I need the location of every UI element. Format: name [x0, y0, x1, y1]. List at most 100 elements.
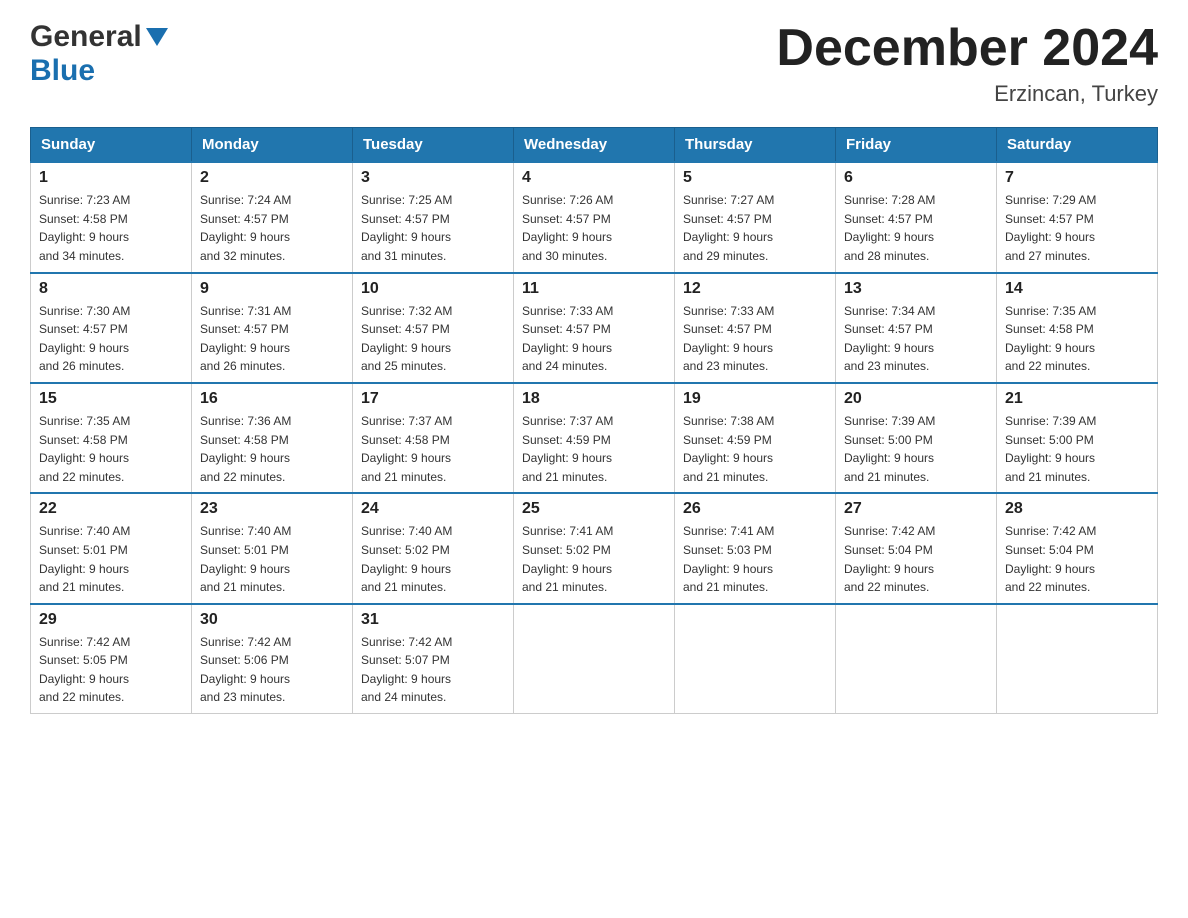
calendar-cell: 20 Sunrise: 7:39 AM Sunset: 5:00 PM Dayl… — [836, 383, 997, 493]
calendar-title-section: December 2024 Erzincan, Turkey — [776, 20, 1158, 107]
calendar-cell: 17 Sunrise: 7:37 AM Sunset: 4:58 PM Dayl… — [353, 383, 514, 493]
daylight-label: Daylight: 9 hours — [522, 562, 612, 576]
day-info: Sunrise: 7:40 AM Sunset: 5:02 PM Dayligh… — [361, 522, 505, 596]
sunrise-label: Sunrise: 7:40 AM — [200, 524, 291, 538]
sunset-label: Sunset: 4:59 PM — [683, 433, 772, 447]
daylight-minutes: and 21 minutes. — [200, 580, 285, 594]
daylight-label: Daylight: 9 hours — [200, 341, 290, 355]
day-info: Sunrise: 7:40 AM Sunset: 5:01 PM Dayligh… — [200, 522, 344, 596]
logo-general-text: General — [30, 20, 142, 54]
day-info: Sunrise: 7:30 AM Sunset: 4:57 PM Dayligh… — [39, 302, 183, 376]
sunrise-label: Sunrise: 7:29 AM — [1005, 193, 1096, 207]
sunrise-label: Sunrise: 7:31 AM — [200, 304, 291, 318]
day-number: 9 — [200, 280, 344, 298]
daylight-minutes: and 22 minutes. — [1005, 580, 1090, 594]
day-number: 30 — [200, 611, 344, 629]
day-number: 24 — [361, 500, 505, 518]
sunset-label: Sunset: 5:07 PM — [361, 653, 450, 667]
day-number: 13 — [844, 280, 988, 298]
sunset-label: Sunset: 4:57 PM — [522, 322, 611, 336]
day-number: 20 — [844, 390, 988, 408]
daylight-label: Daylight: 9 hours — [39, 341, 129, 355]
daylight-minutes: and 21 minutes. — [361, 470, 446, 484]
daylight-minutes: and 27 minutes. — [1005, 249, 1090, 263]
calendar-cell: 7 Sunrise: 7:29 AM Sunset: 4:57 PM Dayli… — [997, 162, 1158, 272]
calendar-table: Sunday Monday Tuesday Wednesday Thursday… — [30, 127, 1158, 714]
sunset-label: Sunset: 4:57 PM — [361, 322, 450, 336]
daylight-label: Daylight: 9 hours — [39, 451, 129, 465]
calendar-week-row: 22 Sunrise: 7:40 AM Sunset: 5:01 PM Dayl… — [31, 493, 1158, 603]
daylight-label: Daylight: 9 hours — [844, 451, 934, 465]
calendar-cell — [836, 604, 997, 714]
sunset-label: Sunset: 4:58 PM — [361, 433, 450, 447]
day-info: Sunrise: 7:33 AM Sunset: 4:57 PM Dayligh… — [683, 302, 827, 376]
calendar-cell: 6 Sunrise: 7:28 AM Sunset: 4:57 PM Dayli… — [836, 162, 997, 272]
daylight-minutes: and 21 minutes. — [361, 580, 446, 594]
calendar-cell: 2 Sunrise: 7:24 AM Sunset: 4:57 PM Dayli… — [192, 162, 353, 272]
sunrise-label: Sunrise: 7:34 AM — [844, 304, 935, 318]
day-info: Sunrise: 7:24 AM Sunset: 4:57 PM Dayligh… — [200, 191, 344, 265]
calendar-cell: 30 Sunrise: 7:42 AM Sunset: 5:06 PM Dayl… — [192, 604, 353, 714]
sunset-label: Sunset: 5:04 PM — [1005, 543, 1094, 557]
daylight-label: Daylight: 9 hours — [39, 672, 129, 686]
daylight-label: Daylight: 9 hours — [1005, 230, 1095, 244]
col-thursday: Thursday — [675, 128, 836, 163]
calendar-cell: 3 Sunrise: 7:25 AM Sunset: 4:57 PM Dayli… — [353, 162, 514, 272]
calendar-cell: 29 Sunrise: 7:42 AM Sunset: 5:05 PM Dayl… — [31, 604, 192, 714]
daylight-minutes: and 25 minutes. — [361, 359, 446, 373]
sunrise-label: Sunrise: 7:39 AM — [844, 414, 935, 428]
day-info: Sunrise: 7:40 AM Sunset: 5:01 PM Dayligh… — [39, 522, 183, 596]
sunrise-label: Sunrise: 7:33 AM — [683, 304, 774, 318]
daylight-minutes: and 23 minutes. — [844, 359, 929, 373]
day-number: 14 — [1005, 280, 1149, 298]
day-number: 10 — [361, 280, 505, 298]
col-sunday: Sunday — [31, 128, 192, 163]
daylight-minutes: and 23 minutes. — [683, 359, 768, 373]
daylight-minutes: and 26 minutes. — [200, 359, 285, 373]
day-info: Sunrise: 7:26 AM Sunset: 4:57 PM Dayligh… — [522, 191, 666, 265]
daylight-minutes: and 23 minutes. — [200, 690, 285, 704]
daylight-minutes: and 22 minutes. — [1005, 359, 1090, 373]
daylight-label: Daylight: 9 hours — [844, 341, 934, 355]
daylight-label: Daylight: 9 hours — [683, 230, 773, 244]
day-info: Sunrise: 7:29 AM Sunset: 4:57 PM Dayligh… — [1005, 191, 1149, 265]
logo-blue-text: Blue — [30, 54, 95, 87]
calendar-cell — [997, 604, 1158, 714]
sunset-label: Sunset: 4:58 PM — [1005, 322, 1094, 336]
sunrise-label: Sunrise: 7:35 AM — [1005, 304, 1096, 318]
daylight-label: Daylight: 9 hours — [200, 451, 290, 465]
day-info: Sunrise: 7:39 AM Sunset: 5:00 PM Dayligh… — [844, 412, 988, 486]
daylight-label: Daylight: 9 hours — [39, 562, 129, 576]
calendar-week-row: 29 Sunrise: 7:42 AM Sunset: 5:05 PM Dayl… — [31, 604, 1158, 714]
calendar-cell: 26 Sunrise: 7:41 AM Sunset: 5:03 PM Dayl… — [675, 493, 836, 603]
calendar-cell: 24 Sunrise: 7:40 AM Sunset: 5:02 PM Dayl… — [353, 493, 514, 603]
sunrise-label: Sunrise: 7:40 AM — [361, 524, 452, 538]
sunset-label: Sunset: 4:57 PM — [1005, 212, 1094, 226]
sunrise-label: Sunrise: 7:26 AM — [522, 193, 613, 207]
sunrise-label: Sunrise: 7:35 AM — [39, 414, 130, 428]
col-saturday: Saturday — [997, 128, 1158, 163]
day-info: Sunrise: 7:42 AM Sunset: 5:05 PM Dayligh… — [39, 633, 183, 707]
sunset-label: Sunset: 4:57 PM — [39, 322, 128, 336]
sunrise-label: Sunrise: 7:33 AM — [522, 304, 613, 318]
sunset-label: Sunset: 4:57 PM — [683, 212, 772, 226]
daylight-minutes: and 24 minutes. — [522, 359, 607, 373]
sunrise-label: Sunrise: 7:41 AM — [522, 524, 613, 538]
sunset-label: Sunset: 5:06 PM — [200, 653, 289, 667]
daylight-minutes: and 22 minutes. — [844, 580, 929, 594]
daylight-minutes: and 21 minutes. — [522, 580, 607, 594]
day-info: Sunrise: 7:42 AM Sunset: 5:07 PM Dayligh… — [361, 633, 505, 707]
calendar-cell: 11 Sunrise: 7:33 AM Sunset: 4:57 PM Dayl… — [514, 273, 675, 383]
day-info: Sunrise: 7:35 AM Sunset: 4:58 PM Dayligh… — [39, 412, 183, 486]
sunrise-label: Sunrise: 7:42 AM — [200, 635, 291, 649]
day-number: 15 — [39, 390, 183, 408]
sunrise-label: Sunrise: 7:40 AM — [39, 524, 130, 538]
calendar-cell — [514, 604, 675, 714]
day-info: Sunrise: 7:28 AM Sunset: 4:57 PM Dayligh… — [844, 191, 988, 265]
day-number: 18 — [522, 390, 666, 408]
sunset-label: Sunset: 4:57 PM — [844, 322, 933, 336]
day-number: 27 — [844, 500, 988, 518]
day-number: 19 — [683, 390, 827, 408]
sunrise-label: Sunrise: 7:24 AM — [200, 193, 291, 207]
calendar-cell: 31 Sunrise: 7:42 AM Sunset: 5:07 PM Dayl… — [353, 604, 514, 714]
